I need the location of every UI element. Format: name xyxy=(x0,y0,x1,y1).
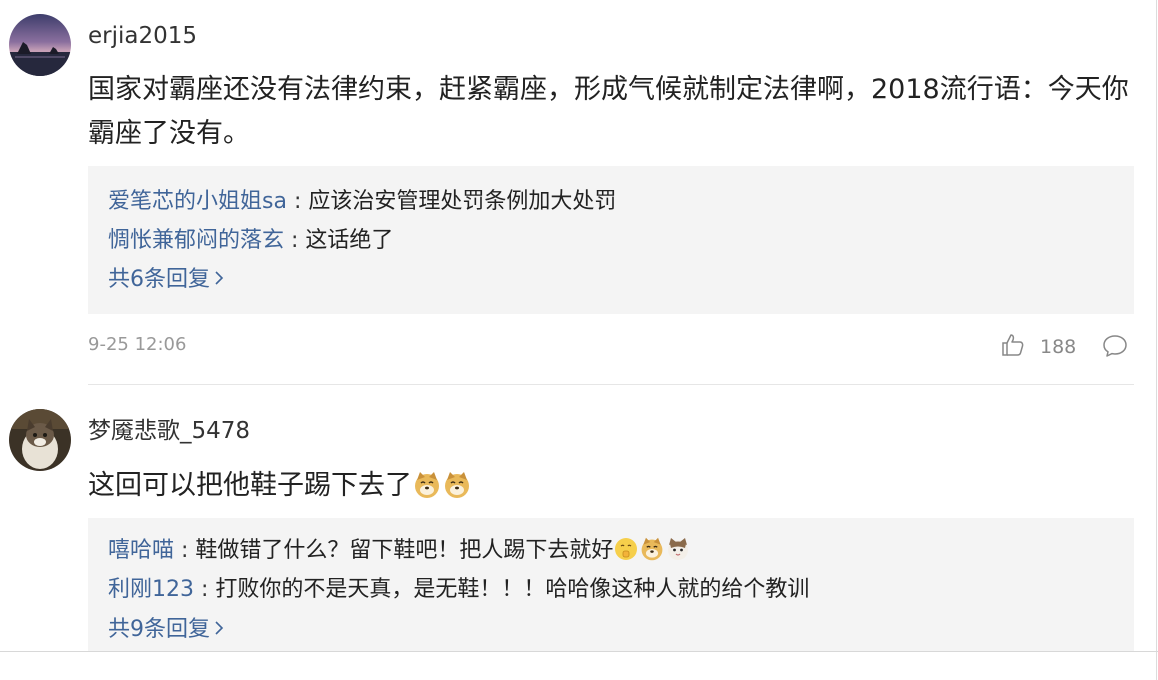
reply-separator: : xyxy=(286,189,309,214)
reply-button[interactable] xyxy=(1101,332,1129,360)
reply-box: 爱笔芯的小姐姐sa : 应该治安管理处罚条例加大处罚 惆怅兼郁闷的落玄 : 这话… xyxy=(88,166,1134,314)
bottom-divider xyxy=(0,651,1158,652)
comment-text: 国家对霸座还没有法律约束，赶紧霸座，形成气候就制定法律啊，2018流行语：今天你… xyxy=(88,74,1129,149)
comment-item: erjia2015 国家对霸座还没有法律约束，赶紧霸座，形成气候就制定法律啊，2… xyxy=(0,0,1158,390)
comment-item: 梦魇悲歌_5478 这回可以把他鞋子踢下去了 嘻哈喵: 鞋做错了什么？留下鞋吧… xyxy=(0,390,1158,652)
username[interactable]: erjia2015 xyxy=(88,21,197,51)
avatar[interactable] xyxy=(9,14,71,76)
reply-item: 嘻哈喵 : 鞋做错了什么？留下鞋吧！把人踢下去就好 xyxy=(108,536,691,566)
reply-author[interactable]: 惆怅兼郁闷的落玄 xyxy=(108,228,284,253)
view-all-replies-link[interactable]: 共6条回复 xyxy=(108,264,224,295)
chevron-right-icon xyxy=(214,264,224,294)
reply-text: 鞋做错了什么？留下鞋吧！把人踢下去就好 xyxy=(195,538,614,563)
reply-text: 应该治安管理处罚条例加大处罚 xyxy=(308,189,617,214)
like-count: 188 xyxy=(1040,336,1077,358)
doge-emoji xyxy=(639,536,665,562)
reply-item: 爱笔芯的小姐姐sa : 应该治安管理处罚条例加大处罚 xyxy=(108,187,616,217)
like-button[interactable]: 188 xyxy=(1000,332,1090,362)
cat-emoji xyxy=(665,536,691,562)
comment-text: 这回可以把他鞋子踢下去了 xyxy=(88,464,1138,508)
username[interactable]: 梦魇悲歌_5478 xyxy=(88,416,250,446)
reply-author[interactable]: 嘻哈喵 xyxy=(108,538,174,563)
reply-item: 惆怅兼郁闷的落玄 : 这话绝了 xyxy=(108,226,393,256)
reply-text: 这话绝了 xyxy=(305,228,394,253)
view-all-replies-label: 共6条回复 xyxy=(108,267,210,292)
reply-separator: : xyxy=(284,228,306,253)
reply-item: 利刚123 : 打败你的不是天真，是无鞋！！！哈哈像这种人就的给个教训 xyxy=(108,575,809,605)
comment-timestamp: 9-25 12:06 xyxy=(88,334,187,355)
reply-box: 嘻哈喵 : 鞋做错了什么？留下鞋吧！把人踢下去就好 利刚123: 打败你的不是… xyxy=(88,518,1134,652)
comment-divider xyxy=(88,384,1134,385)
comment-text-body: 这回可以把他鞋子踢下去了 xyxy=(88,470,412,501)
view-all-replies-link[interactable]: 共9条回复 xyxy=(108,614,224,645)
avatar[interactable] xyxy=(9,409,71,471)
thumbs-up-icon xyxy=(1000,332,1026,362)
view-all-replies-label: 共9条回复 xyxy=(108,617,210,642)
chevron-right-icon xyxy=(214,614,224,644)
shush-emoji xyxy=(613,536,639,562)
reply-text: 打败你的不是天真，是无鞋！！！哈哈像这种人就的给个教训 xyxy=(215,577,810,602)
reply-separator: : xyxy=(194,577,216,602)
reply-author[interactable]: 利刚123 xyxy=(108,577,194,602)
speech-bubble-icon xyxy=(1103,335,1127,357)
doge-emoji xyxy=(412,470,442,500)
reply-separator: : xyxy=(174,538,196,563)
reply-author[interactable]: 爱笔芯的小姐姐sa xyxy=(108,189,287,214)
doge-emoji xyxy=(442,470,472,500)
